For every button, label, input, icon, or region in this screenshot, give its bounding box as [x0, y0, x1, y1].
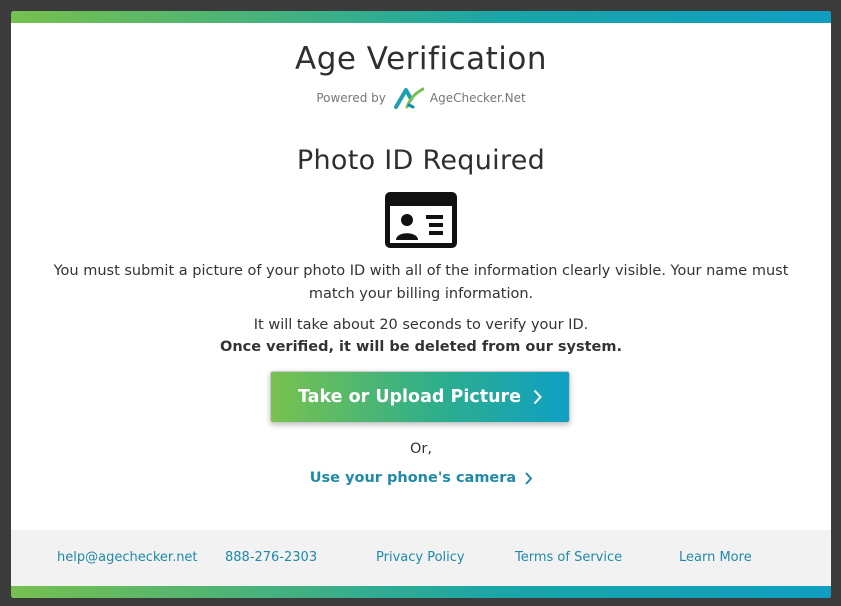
time-note: It will take about 20 seconds to verify …	[253, 317, 589, 333]
use-phone-camera-link[interactable]: Use your phone's camera	[11, 470, 831, 486]
terms-of-service-link[interactable]: Terms of Service	[515, 550, 622, 565]
camera-link-label: Use your phone's camera	[309, 470, 517, 486]
verification-note: It will take about 20 seconds to verify …	[11, 314, 831, 358]
chevron-right-icon	[533, 389, 542, 405]
upload-button-label: Take or Upload Picture	[297, 387, 522, 407]
agechecker-logo-icon	[393, 87, 424, 109]
powered-by: Powered by AgeChecker.Net	[11, 87, 831, 109]
privacy-policy-link[interactable]: Privacy Policy	[376, 550, 465, 565]
support-phone-link[interactable]: 888-276-2303	[225, 550, 317, 565]
age-verification-modal: Age Verification Powered by AgeChecker.N…	[11, 11, 831, 598]
chevron-right-icon	[525, 471, 533, 485]
top-accent-bar	[11, 11, 831, 23]
or-divider-text: Or,	[410, 441, 432, 457]
powered-by-label: Powered by	[316, 91, 386, 105]
learn-more-link[interactable]: Learn More	[679, 550, 752, 565]
page-title: Age Verification	[295, 41, 547, 77]
bottom-accent-bar	[11, 586, 831, 598]
take-or-upload-picture-button[interactable]: Take or Upload Picture	[270, 371, 570, 423]
photo-id-card-icon	[385, 192, 457, 248]
deletion-note: Once verified, it will be deleted from o…	[220, 339, 622, 355]
footer: help@agechecker.net 888-276-2303 Privacy…	[11, 530, 831, 586]
brand-name: AgeChecker.Net	[429, 91, 526, 105]
section-title: Photo ID Required	[296, 145, 546, 176]
support-email-link[interactable]: help@agechecker.net	[57, 550, 198, 565]
instructions-text: You must submit a picture of your photo …	[53, 263, 789, 302]
